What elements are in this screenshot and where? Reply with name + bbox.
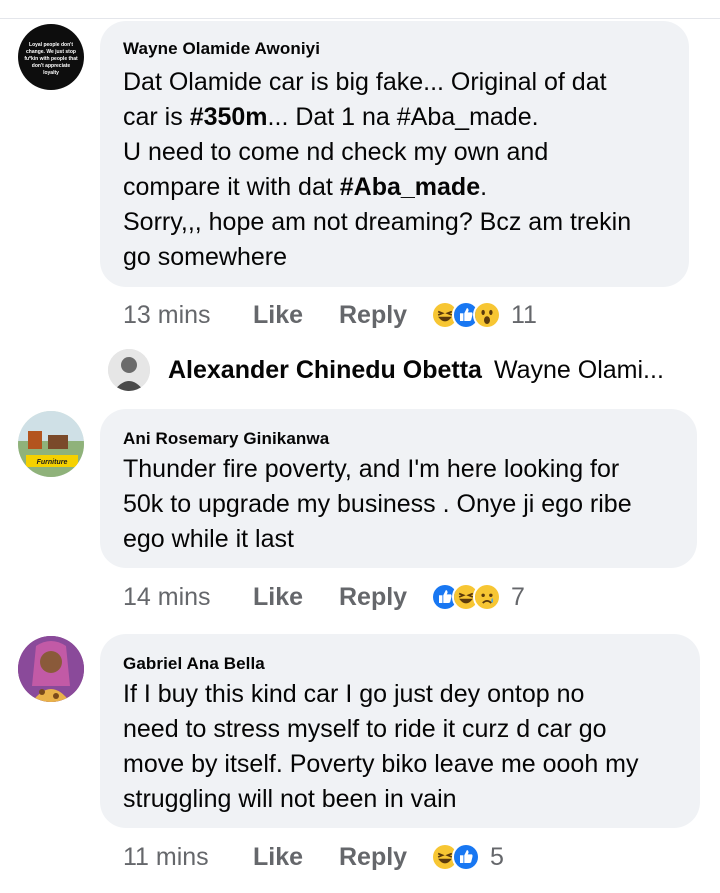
comment-line: Dat Olamide car is big fake... Original … (123, 68, 607, 96)
comment-text: Thunder fire poverty, and I'm here looki… (123, 452, 685, 557)
avatar[interactable] (18, 636, 84, 702)
comment-text: Dat Olamide car is big fake... Original … (123, 65, 677, 275)
svg-text:Furniture: Furniture (37, 459, 68, 466)
reply-preview[interactable]: Alexander Chinedu Obetta Wayne Olami... (108, 349, 708, 391)
reaction-icons[interactable] (431, 843, 480, 871)
comment-actions: 14 mins Like Reply 7 (123, 580, 525, 614)
reply-preview-text: Wayne Olami... (493, 355, 664, 384)
comment-actions: 11 mins Like Reply 5 (123, 840, 504, 874)
like-icon (452, 843, 480, 871)
comment-line: 50k to upgrade my business . Onye ji ego… (123, 490, 632, 518)
reaction-icons[interactable] (431, 301, 501, 329)
comment-line: compare it with dat #Aba_made. (123, 173, 488, 201)
comment-line: ego while it last (123, 525, 294, 553)
comment-timestamp[interactable]: 11 mins (123, 843, 253, 872)
reply-button[interactable]: Reply (339, 583, 431, 612)
comment-author[interactable]: Wayne Olamide Awoniyi (123, 39, 320, 59)
reaction-count[interactable]: 7 (511, 583, 525, 612)
comment-author[interactable]: Ani Rosemary Ginikanwa (123, 429, 329, 449)
comment-line: go somewhere (123, 243, 287, 271)
reply-author[interactable]: Alexander Chinedu Obetta (168, 356, 482, 385)
comment-text: If I buy this kind car I go just dey ont… (123, 677, 688, 817)
comment-actions: 13 mins Like Reply 11 (123, 298, 537, 332)
avatar[interactable] (108, 349, 150, 391)
sad-icon (473, 583, 501, 611)
svg-text:loyalty: loyalty (43, 70, 59, 76)
hashtag[interactable]: #350m (190, 103, 268, 131)
svg-text:don't appreciate: don't appreciate (32, 63, 71, 69)
comment-bubble: Gabriel Ana Bella If I buy this kind car… (100, 634, 700, 828)
like-button[interactable]: Like (253, 301, 339, 330)
comment-line: move by itself. Poverty biko leave me oo… (123, 750, 639, 778)
comment-bubble: Wayne Olamide Awoniyi Dat Olamide car is… (100, 21, 689, 287)
comment-bubble: Ani Rosemary Ginikanwa Thunder fire pove… (100, 409, 697, 568)
hashtag[interactable]: #Aba_made (340, 173, 480, 201)
svg-text:fu*kin with people that: fu*kin with people that (24, 56, 78, 62)
divider (0, 18, 720, 19)
reply-button[interactable]: Reply (339, 843, 431, 872)
like-button[interactable]: Like (253, 843, 339, 872)
comment-line: Thunder fire poverty, and I'm here looki… (123, 455, 620, 483)
comment-timestamp[interactable]: 14 mins (123, 583, 253, 612)
svg-text:change. We just stop: change. We just stop (26, 49, 76, 55)
comment-line: If I buy this kind car I go just dey ont… (123, 680, 585, 708)
svg-text:Loyal people don't: Loyal people don't (29, 42, 73, 48)
comment-author[interactable]: Gabriel Ana Bella (123, 654, 265, 674)
comment-line: car is #350m... Dat 1 na #Aba_made. (123, 103, 539, 131)
like-button[interactable]: Like (253, 583, 339, 612)
avatar[interactable]: Furniture (18, 411, 84, 477)
comment-line: Sorry,,, hope am not dreaming? Bcz am tr… (123, 208, 632, 236)
reply-button[interactable]: Reply (339, 301, 431, 330)
reaction-icons[interactable] (431, 583, 501, 611)
comment-timestamp[interactable]: 13 mins (123, 301, 253, 330)
comment-line: U need to come nd check my own and (123, 138, 549, 166)
reaction-count[interactable]: 11 (511, 301, 537, 330)
wow-icon (473, 301, 501, 329)
reaction-count[interactable]: 5 (490, 843, 504, 872)
avatar[interactable]: Loyal people don't change. We just stop … (18, 24, 84, 90)
comment-line: struggling will not been in vain (123, 785, 457, 813)
comment-line: need to stress myself to ride it curz d … (123, 715, 607, 743)
